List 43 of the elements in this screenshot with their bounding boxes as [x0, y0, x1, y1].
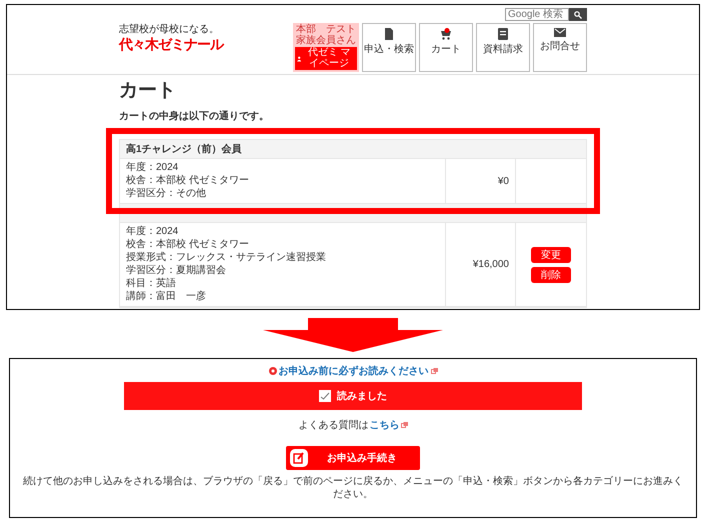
search-button[interactable]	[569, 8, 587, 21]
mail-icon	[554, 28, 566, 37]
nav-button[interactable]: 申込・検索	[362, 23, 416, 72]
item-detail: 校舎：本部校 代ゼミタワー	[126, 239, 250, 251]
item-detail: 科目：英語	[126, 278, 177, 290]
external-link-icon	[430, 368, 438, 374]
item-action-button[interactable]: 削除	[531, 266, 571, 282]
notice-link[interactable]: お申込み前に必ずお読みください	[278, 364, 428, 378]
item-detail: 校舎：本部校 代ゼミタワー	[126, 175, 250, 187]
mypage-button[interactable]: 代ゼミ マイページ	[295, 47, 357, 70]
checkbox[interactable]	[319, 390, 331, 402]
search-icon	[574, 10, 582, 18]
note-text: 続けて他のお申し込みをされる場合は、ブラウザの「戻る」で前のページに戻るか、メニューの「申込・検索」ボタンから各カテゴリーにお進みください。	[22, 476, 684, 501]
nav-button[interactable]: カート	[419, 23, 473, 72]
cart-icon	[440, 28, 452, 40]
book-icon	[498, 28, 508, 40]
item-title: 高1チャレンジ（前）会員	[126, 142, 242, 156]
nav-button[interactable]: お問合せ	[533, 23, 587, 72]
external-link-icon	[400, 422, 408, 428]
search-field[interactable]: Google 検索	[505, 8, 569, 21]
person-icon	[297, 54, 302, 62]
alert-icon	[268, 367, 276, 375]
item-price: ¥16,000	[472, 259, 509, 270]
greeting-text: 本部 テスト家族会員さん	[295, 25, 357, 46]
logo[interactable]: 代々木ゼミナール	[119, 36, 223, 54]
item-detail: 学習区分：夏期講習会	[126, 265, 227, 277]
faq-link[interactable]: こちら	[370, 418, 400, 432]
pen-icon	[290, 449, 308, 467]
tagline: 志望校が母校になる。	[119, 22, 220, 36]
apply-button[interactable]: お申込み手続き	[286, 446, 420, 470]
intro-text: カートの中身は以下の通りです。	[119, 110, 270, 123]
faq-text: よくある質問は	[298, 418, 368, 432]
item-action-button[interactable]: 変更	[531, 246, 571, 262]
item-detail: 授業形式：フレックス・サテライン速習授業	[126, 252, 327, 264]
item-detail: 年度：2024	[126, 226, 180, 238]
nav-button[interactable]: 資料請求	[476, 23, 530, 72]
item-price: ¥0	[498, 176, 509, 186]
item-detail: 年度：2024	[126, 162, 180, 174]
read-confirm-button[interactable]: 読みました	[124, 382, 582, 410]
page-title: カート	[119, 79, 177, 103]
item-detail: 学習区分：その他	[126, 188, 207, 200]
document-icon	[384, 28, 394, 40]
item-detail: 講師：富田 一彦	[126, 291, 207, 303]
